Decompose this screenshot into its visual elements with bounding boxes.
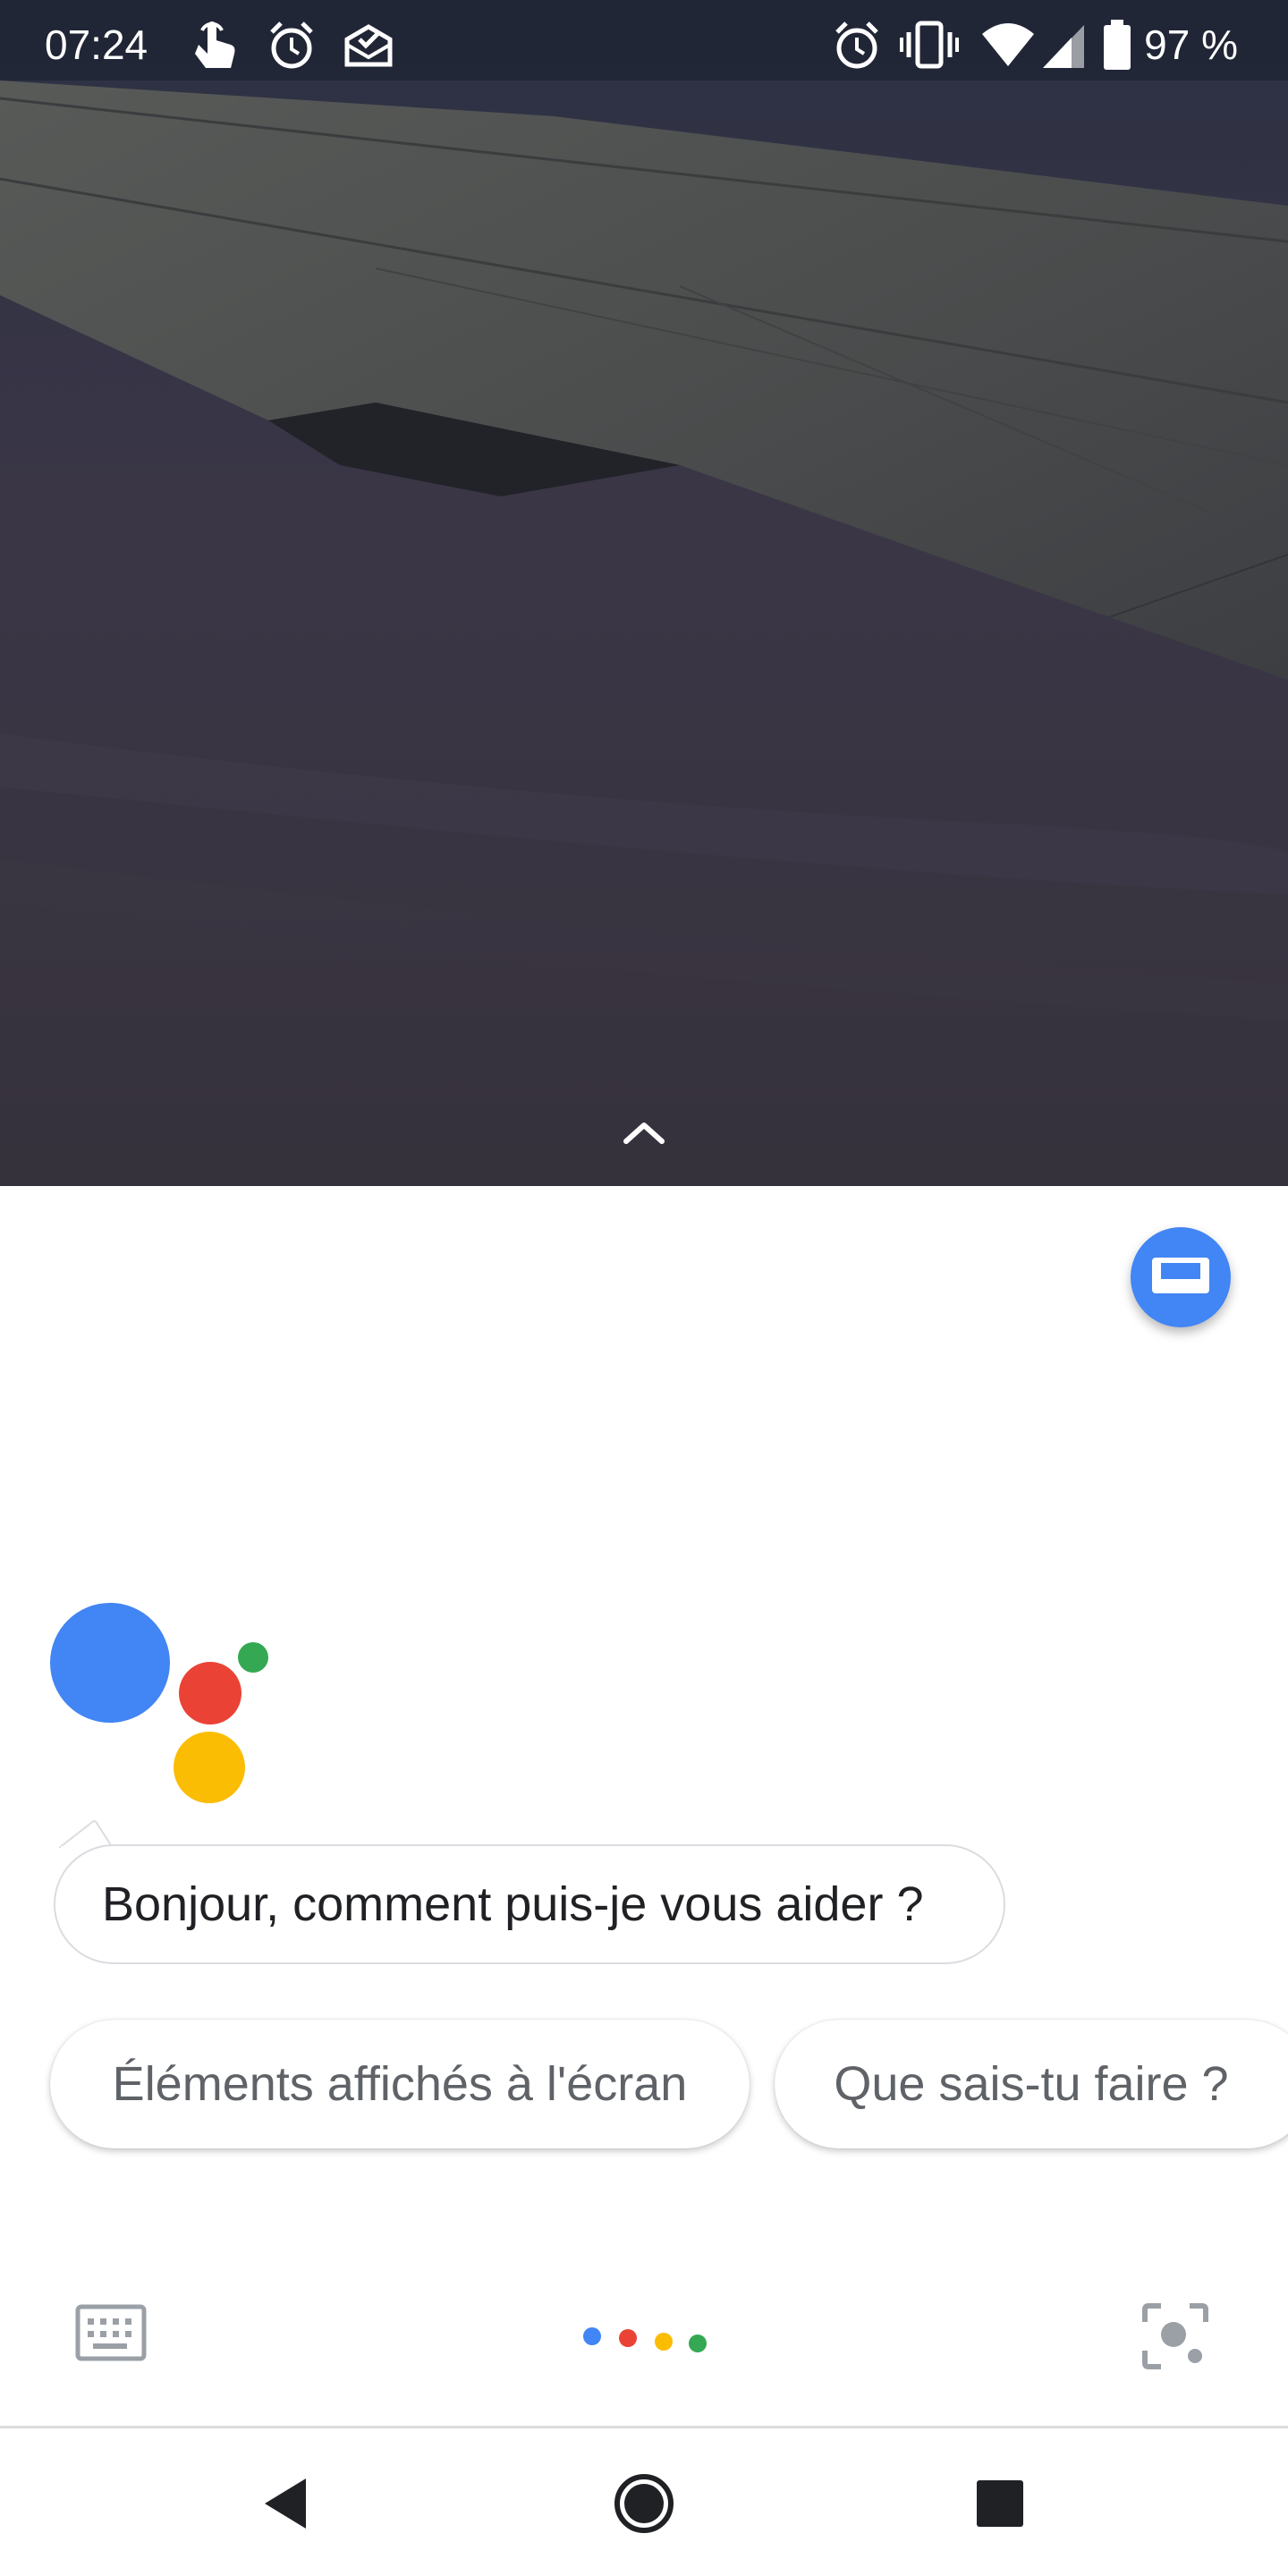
assistant-dot-yellow [174, 1732, 245, 1803]
suggestion-chip-what-can-you-do[interactable]: Que sais-tu faire ? [775, 2020, 1288, 2148]
suggestion-chip-label: Que sais-tu faire ? [834, 2057, 1229, 2111]
vibrate-icon [900, 21, 959, 69]
assistant-screen: 07:24 97 % Bonjour, comment puis-je vous… [0, 0, 1288, 2576]
suggestion-chip-label: Éléments affichés à l'écran [112, 2057, 688, 2111]
recents-icon[interactable] [964, 2468, 1036, 2539]
voice-dot-blue [583, 2327, 601, 2345]
navigation-bar [0, 2428, 1288, 2576]
alarm-icon-right [835, 21, 878, 69]
home-icon[interactable] [608, 2468, 680, 2539]
voice-dot-yellow [655, 2333, 673, 2351]
chevron-up-icon[interactable] [617, 1114, 671, 1150]
greeting-text: Bonjour, comment puis-je vous aider ? [102, 1877, 924, 1931]
status-bar: 07:24 97 % [0, 0, 1288, 89]
voice-dot-red [619, 2329, 637, 2347]
assistant-logo [48, 1601, 281, 1807]
airplane-wing-image [0, 0, 1288, 1186]
wallpaper[interactable]: 07:24 97 % [0, 0, 1288, 1186]
mail-done-icon [344, 24, 393, 67]
snapshot-button[interactable] [1131, 1227, 1231, 1327]
assistant-dot-red [179, 1662, 242, 1724]
greeting-bubble: Bonjour, comment puis-je vous aider ? [54, 1844, 1005, 1964]
alarm-icon [270, 21, 313, 69]
assistant-dot-green [238, 1642, 268, 1673]
status-time: 07:24 [45, 21, 148, 68]
keyboard-icon[interactable] [75, 2304, 147, 2361]
voice-input-dots[interactable] [578, 2322, 710, 2358]
battery-percent: 97 % [1144, 21, 1238, 68]
cell-signal-icon [1043, 25, 1084, 68]
touch-gesture-icon [195, 21, 235, 68]
battery-icon [1104, 20, 1131, 70]
back-icon[interactable] [252, 2468, 324, 2539]
suggestion-chip-screen-elements[interactable]: Éléments affichés à l'écran [50, 2020, 750, 2148]
snapshot-icon [1152, 1258, 1209, 1293]
wifi-icon [982, 23, 1034, 66]
assistant-dot-blue [50, 1603, 170, 1723]
voice-dot-green [689, 2334, 707, 2352]
lens-icon[interactable] [1141, 2302, 1209, 2370]
